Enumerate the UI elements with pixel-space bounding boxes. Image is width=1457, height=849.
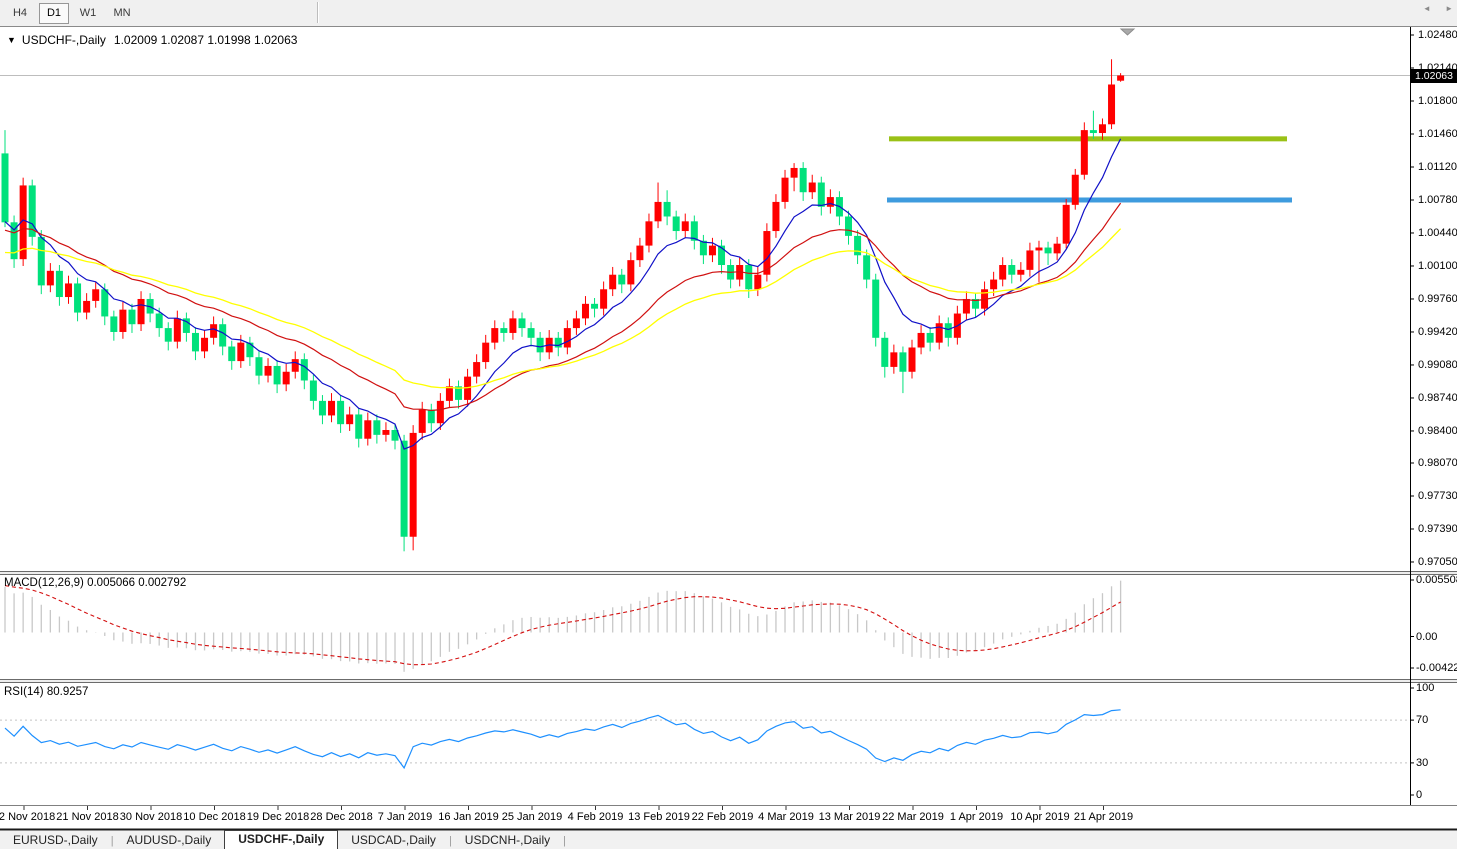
candles [2,59,1125,551]
date-axis-label: 28 Dec 2018 [310,811,372,823]
date-axis-label: 12 Nov 2018 [0,811,55,823]
chart-tab-usdcnh[interactable]: USDCNH-,Daily [452,833,563,849]
price-axis-label: 0.99760 [1418,293,1457,305]
tab-scroll-right-icon[interactable]: ► [1445,4,1453,13]
timeframe-toolbar: H4D1W1MN [0,0,1457,27]
price-axis-label: 1.01460 [1418,128,1457,140]
macd-axis-label: -0.004221 [1416,662,1457,674]
date-axis-label: 21 Nov 2018 [56,811,118,823]
ohlc-values: 1.02009 1.02087 1.01998 1.02063 [114,33,298,47]
macd-histogram [5,581,1121,672]
date-axis-label: 21 Apr 2019 [1074,811,1133,823]
price-axis-label: 0.97050 [1418,556,1457,568]
timeframe-button-mn[interactable]: MN [107,3,137,24]
tab-scroll-left-icon[interactable]: ◄ [1423,4,1431,13]
rsi-axis-label: 0 [1416,789,1422,801]
macd-signal-line [5,586,1121,665]
ma-slow-line [5,229,1121,389]
date-axis-label: 30 Nov 2018 [120,811,182,823]
price-axis-label: 0.98070 [1418,457,1457,469]
rsi-indicator-label: RSI(14) 80.9257 [4,686,88,698]
timeframe-button-h4[interactable]: H4 [5,3,35,24]
price-axis-label: 1.01120 [1418,161,1457,173]
toolbar-divider [317,2,319,23]
symbol-label: USDCHF-,Daily [22,33,106,47]
chart-tab-eurusd[interactable]: EURUSD-,Daily [0,833,111,849]
date-axis-label: 22 Mar 2019 [882,811,944,823]
rsi-value: 80.9257 [47,686,89,698]
mt4-terminal-window: H4D1W1MN ▼ USDCHF-,Daily 1.02009 1.02087 1… [0,0,1457,849]
chart-tab-usdchf[interactable]: USDCHF-,Daily [224,830,338,849]
price-axis-label: 1.00100 [1418,260,1457,272]
date-axis-label: 4 Mar 2019 [758,811,814,823]
rsi-axis-label: 100 [1416,682,1434,694]
price-axis-label: 0.98740 [1418,392,1457,404]
tabbar-scroll-arrows: ◄ ► [1411,4,1453,13]
price-axis-label: 1.01800 [1418,95,1457,107]
price-axis-label: 1.00780 [1418,194,1457,206]
date-axis-label: 16 Jan 2019 [438,811,499,823]
price-axis-label: 0.98400 [1418,425,1457,437]
price-chart-canvas[interactable] [0,0,1457,849]
chart-tab-audusd[interactable]: AUDUSD-,Daily [114,833,225,849]
rsi-name: RSI(14) [4,686,44,698]
rsi-axis-label: 70 [1416,714,1428,726]
chart-title: ▼ USDCHF-,Daily 1.02009 1.02087 1.01998 1.… [7,33,297,47]
date-axis-label: 4 Feb 2019 [568,811,624,823]
chart-tab-usdcad[interactable]: USDCAD-,Daily [338,833,449,849]
price-axis-label: 0.99080 [1418,359,1457,371]
price-axis-label: 0.97730 [1418,490,1457,502]
macd-axis-label: 0.00 [1416,631,1437,643]
date-axis-label: 10 Dec 2018 [183,811,245,823]
rsi-axis-label: 30 [1416,757,1428,769]
ma-mid-line [5,203,1121,410]
date-axis-label: 10 Apr 2019 [1010,811,1069,823]
price-axis-label: 1.02480 [1418,29,1457,41]
date-axis-label: 7 Jan 2019 [378,811,432,823]
rsi-line [5,710,1121,768]
price-axis-label: 0.99420 [1418,326,1457,338]
macd-name: MACD(12,26,9) [4,577,84,589]
timeframe-button-d1[interactable]: D1 [39,3,69,24]
date-axis-label: 13 Mar 2019 [819,811,881,823]
tab-separator: | [563,834,566,849]
macd-values: 0.005066 0.002792 [87,577,186,589]
date-axis-label: 19 Dec 2018 [247,811,309,823]
resistance-line[interactable] [889,136,1287,141]
date-axis-label: 13 Feb 2019 [628,811,690,823]
date-axis-label: 25 Jan 2019 [502,811,563,823]
chart-tabs-bar: EURUSD-,Daily | AUDUSD-,DailyUSDCHF-,Daily… [0,831,1457,849]
current-price-box: 1.02063 [1411,69,1457,83]
autoscroll-marker-icon[interactable] [1121,29,1134,35]
macd-indicator-label: MACD(12,26,9) 0.005066 0.002792 [4,577,186,589]
price-axis-label: 1.00440 [1418,227,1457,239]
price-axis-label: 0.97390 [1418,523,1457,535]
macd-axis-label: 0.005508 [1416,574,1457,586]
date-axis-label: 22 Feb 2019 [692,811,754,823]
timeframe-button-w1[interactable]: W1 [73,3,103,24]
collapse-arrow-icon[interactable]: ▼ [7,35,16,45]
date-axis-label: 1 Apr 2019 [950,811,1003,823]
